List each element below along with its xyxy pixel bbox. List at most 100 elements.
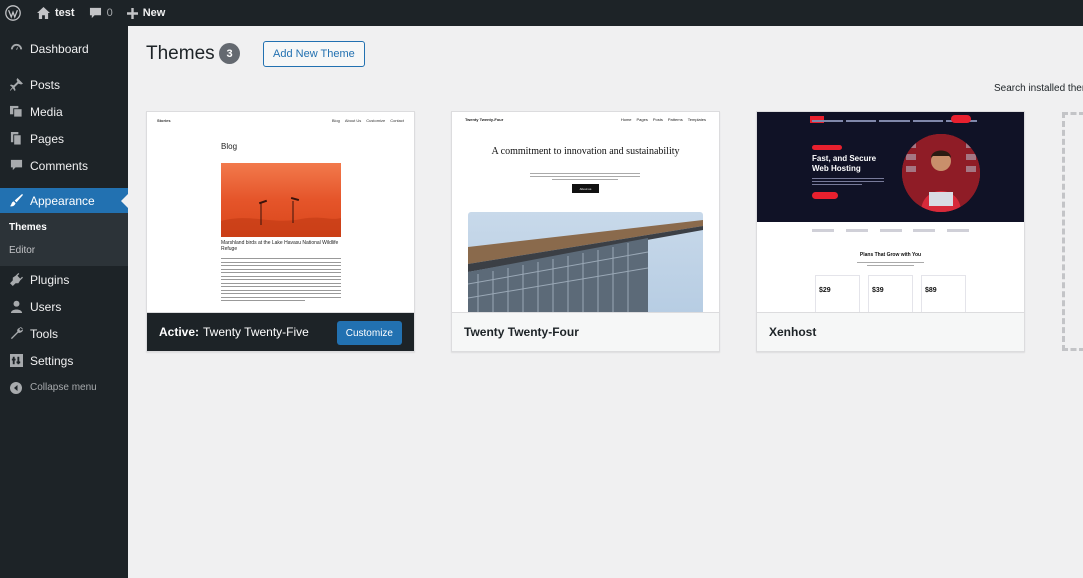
preview-nav-item: Pages — [636, 117, 648, 122]
menu-label: Media — [30, 104, 63, 119]
theme-screenshot[interactable]: Stories Blog About Us Customize Contact … — [147, 112, 414, 312]
preview-nav-item: Home — [620, 117, 632, 122]
appearance-submenu: Themes Editor — [0, 213, 128, 266]
preview-body-text — [221, 258, 341, 304]
preview-pill-badge — [812, 145, 842, 150]
menu-label: Posts — [30, 77, 61, 92]
submenu-themes[interactable]: Themes — [0, 216, 128, 239]
menu-label: Appearance — [30, 193, 95, 208]
preview-subtext — [530, 173, 640, 182]
menu-posts[interactable]: Posts — [0, 71, 128, 98]
preview-nav-item: Customize — [366, 118, 386, 123]
settings-icon — [9, 354, 23, 368]
menu-dashboard[interactable]: Dashboard — [0, 35, 128, 62]
wrench-icon — [9, 327, 23, 341]
preview-plan-price: $29 — [819, 287, 831, 294]
theme-name: Twenty Twenty-Five — [203, 325, 309, 339]
preview-nav-item: Templates — [687, 117, 706, 122]
theme-name: Twenty Twenty-Four — [464, 325, 579, 339]
new-content-link[interactable]: New — [120, 0, 173, 26]
plus-icon — [126, 7, 138, 19]
admin-sidebar: Dashboard Posts Media Pages Comments App… — [0, 26, 128, 578]
preview-partner-logos — [812, 229, 969, 232]
comments-count: 0 — [106, 7, 113, 19]
comment-bubble-icon — [89, 7, 102, 19]
theme-card-twenty-twenty-four[interactable]: Twenty Twenty-Four Home Pages Posts Patt… — [451, 111, 720, 352]
menu-tools[interactable]: Tools — [0, 320, 128, 347]
menu-label: Pages — [30, 131, 65, 146]
preview-nav-item: Blog — [331, 118, 340, 123]
preview-site-title: Twenty Twenty-Four — [465, 117, 504, 122]
preview-plan-price: $39 — [872, 287, 884, 294]
menu-label: Dashboard — [30, 41, 89, 56]
users-icon — [9, 300, 23, 314]
preview-plan-price: $89 — [925, 287, 937, 294]
site-name-label: test — [55, 7, 75, 19]
preview-nav-item: Patterns — [667, 117, 683, 122]
preview-plans-heading: Plans That Grow with You — [859, 252, 922, 258]
preview-plan-card: $39 — [868, 275, 913, 312]
plugin-icon — [9, 273, 23, 287]
active-label: Active: — [159, 325, 200, 339]
customize-button[interactable]: Customize — [336, 321, 402, 345]
pages-icon — [9, 132, 23, 146]
menu-label: Comments — [30, 158, 89, 173]
preview-nav: Twenty Twenty-Four Home Pages Posts Patt… — [465, 117, 706, 122]
theme-name-bar: Twenty Twenty-Four — [452, 312, 719, 351]
menu-comments[interactable]: Comments — [0, 152, 128, 179]
page-title: Themes — [146, 43, 215, 64]
preview-plan-card: $29 — [815, 275, 860, 312]
preview-image-birds — [221, 163, 341, 237]
menu-label: Plugins — [30, 272, 70, 287]
menu-settings[interactable]: Settings — [0, 347, 128, 374]
home-icon — [37, 7, 50, 19]
preview-nav-item: About Us — [344, 118, 362, 123]
theme-name-bar: Xenhost — [757, 312, 1024, 351]
menu-label: Tools — [30, 326, 59, 341]
collapse-arrow-icon — [9, 381, 23, 395]
preview-nav-item: Contact — [390, 118, 404, 123]
menu-appearance[interactable]: Appearance — [0, 188, 128, 213]
menu-pages[interactable]: Pages — [0, 125, 128, 152]
preview-hero-section: Fast, and Secure Web Hosting — [757, 112, 1024, 222]
search-themes-label: Search installed themes... — [994, 83, 1083, 94]
add-new-theme-card[interactable] — [1062, 112, 1083, 351]
new-label: New — [142, 7, 166, 19]
admin-bar: test 0 New — [0, 0, 1083, 26]
preview-headline: A commitment to innovation and sustainab… — [491, 146, 680, 157]
theme-screenshot[interactable]: Fast, and Secure Web Hosting Plans That … — [757, 112, 1024, 312]
site-name-link[interactable]: test — [30, 0, 82, 26]
preview-nav: Stories Blog About Us Customize Contact — [157, 118, 404, 123]
dashboard-icon — [9, 42, 23, 56]
theme-card-twenty-twenty-five[interactable]: Stories Blog About Us Customize Contact … — [146, 111, 415, 352]
theme-card-xenhost[interactable]: Fast, and Secure Web Hosting Plans That … — [756, 111, 1025, 352]
preview-cta-button — [951, 115, 971, 123]
menu-label: Settings — [30, 353, 74, 368]
preview-heading: Blog — [221, 142, 238, 151]
comments-link[interactable]: 0 — [82, 0, 120, 26]
collapse-menu-button[interactable]: Collapse menu — [0, 374, 128, 401]
preview-hero-portrait — [902, 134, 980, 212]
preview-hero-button — [812, 192, 838, 199]
menu-media[interactable]: Media — [0, 98, 128, 125]
comment-icon — [9, 159, 23, 173]
theme-count-badge: 3 — [219, 43, 240, 64]
preview-site-title: Stories — [157, 118, 171, 123]
theme-screenshot[interactable]: Twenty Twenty-Four Home Pages Posts Patt… — [452, 112, 719, 312]
theme-name: Xenhost — [769, 325, 817, 339]
wordpress-logo-button[interactable] — [0, 0, 30, 26]
preview-image-building — [468, 212, 703, 312]
preview-plan-card: $89 — [921, 275, 966, 312]
menu-label: Users — [30, 299, 62, 314]
menu-plugins[interactable]: Plugins — [0, 266, 128, 293]
preview-hero-headline: Fast, and Secure Web Hosting — [812, 154, 877, 173]
add-new-theme-button[interactable]: Add New Theme — [263, 41, 365, 67]
collapse-label: Collapse menu — [30, 382, 97, 393]
main-content: Themes 3 Add New Theme Search installed … — [128, 26, 1083, 578]
preview-nav-item: Posts — [652, 117, 663, 122]
preview-caption: Marshland birds at the Lake Havasu Natio… — [221, 240, 339, 252]
submenu-editor[interactable]: Editor — [0, 239, 128, 262]
brush-icon — [9, 194, 23, 208]
menu-users[interactable]: Users — [0, 293, 128, 320]
preview-plans-subtext — [857, 262, 924, 268]
